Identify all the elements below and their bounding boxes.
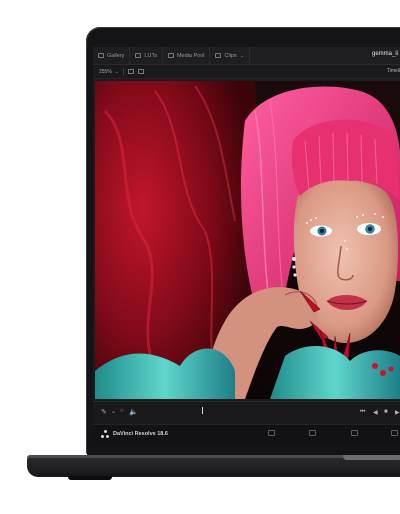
zoom-level[interactable]: 255% xyxy=(93,69,112,75)
chevron-down-icon: ⌄ xyxy=(239,52,244,59)
clips-icon xyxy=(215,53,222,58)
color-page-icon[interactable] xyxy=(391,430,398,436)
edit-page-icon[interactable] xyxy=(309,430,316,436)
speaker-icon[interactable]: 🔈 xyxy=(129,408,138,416)
luts-icon xyxy=(135,53,142,58)
split-view-icon[interactable] xyxy=(128,69,134,74)
zoom-dropdown-icon[interactable]: ⌄ xyxy=(115,69,119,75)
chevron-down-icon[interactable]: ⌄ xyxy=(111,408,116,415)
clip-filename: gemma_li xyxy=(371,51,398,57)
play-back-icon[interactable]: ◀ xyxy=(373,409,378,416)
portrait-image xyxy=(95,81,400,399)
tab-media-pool-label: Media Pool xyxy=(176,52,205,59)
transport-bar: ✎ ⌄ ○ 🔈 ⏮ ◀ ■ ▶ xyxy=(93,401,400,424)
tab-clips[interactable]: Clips ⌄ xyxy=(210,47,250,64)
tab-luts[interactable]: LUTs xyxy=(130,47,163,64)
loop-icon[interactable]: ○ xyxy=(120,408,124,414)
gallery-icon xyxy=(98,53,104,58)
playhead[interactable] xyxy=(202,407,203,414)
fusion-page-icon[interactable] xyxy=(351,430,358,436)
app-status-bar: DaVinci Resolve 18.6 xyxy=(93,424,400,442)
viewer-mode-icon[interactable] xyxy=(138,69,144,74)
viewer-toolbar: 255% ⌄ Timeli xyxy=(93,65,400,79)
pen-tool-icon[interactable]: ✎ xyxy=(101,408,107,416)
skip-back-icon[interactable]: ⏮ xyxy=(360,409,365,416)
media-page-icon[interactable] xyxy=(268,430,275,436)
timeline-label: Timeli xyxy=(386,68,400,74)
tab-media-pool[interactable]: Media Pool xyxy=(163,47,211,64)
play-icon[interactable]: ▶ xyxy=(395,409,400,416)
media-pool-icon xyxy=(167,53,174,58)
app-window: Gallery LUTs Media Pool Clips ⌄ gemma_li… xyxy=(93,47,400,442)
trackpad-notch xyxy=(343,455,400,460)
tab-luts-label: LUTs xyxy=(144,52,157,59)
tab-gallery[interactable]: Gallery xyxy=(93,47,131,64)
app-name: DaVinci Resolve 18.6 xyxy=(113,431,168,437)
toolbar-divider xyxy=(123,68,124,75)
resolve-logo-icon xyxy=(101,430,109,438)
tab-clips-label: Clips xyxy=(224,52,237,59)
laptop-foot xyxy=(68,476,112,480)
image-viewer[interactable] xyxy=(95,81,400,399)
stop-icon[interactable]: ■ xyxy=(384,409,388,415)
top-panel-bar: Gallery LUTs Media Pool Clips ⌄ gemma_li xyxy=(93,47,400,65)
tab-gallery-label: Gallery xyxy=(107,52,125,59)
